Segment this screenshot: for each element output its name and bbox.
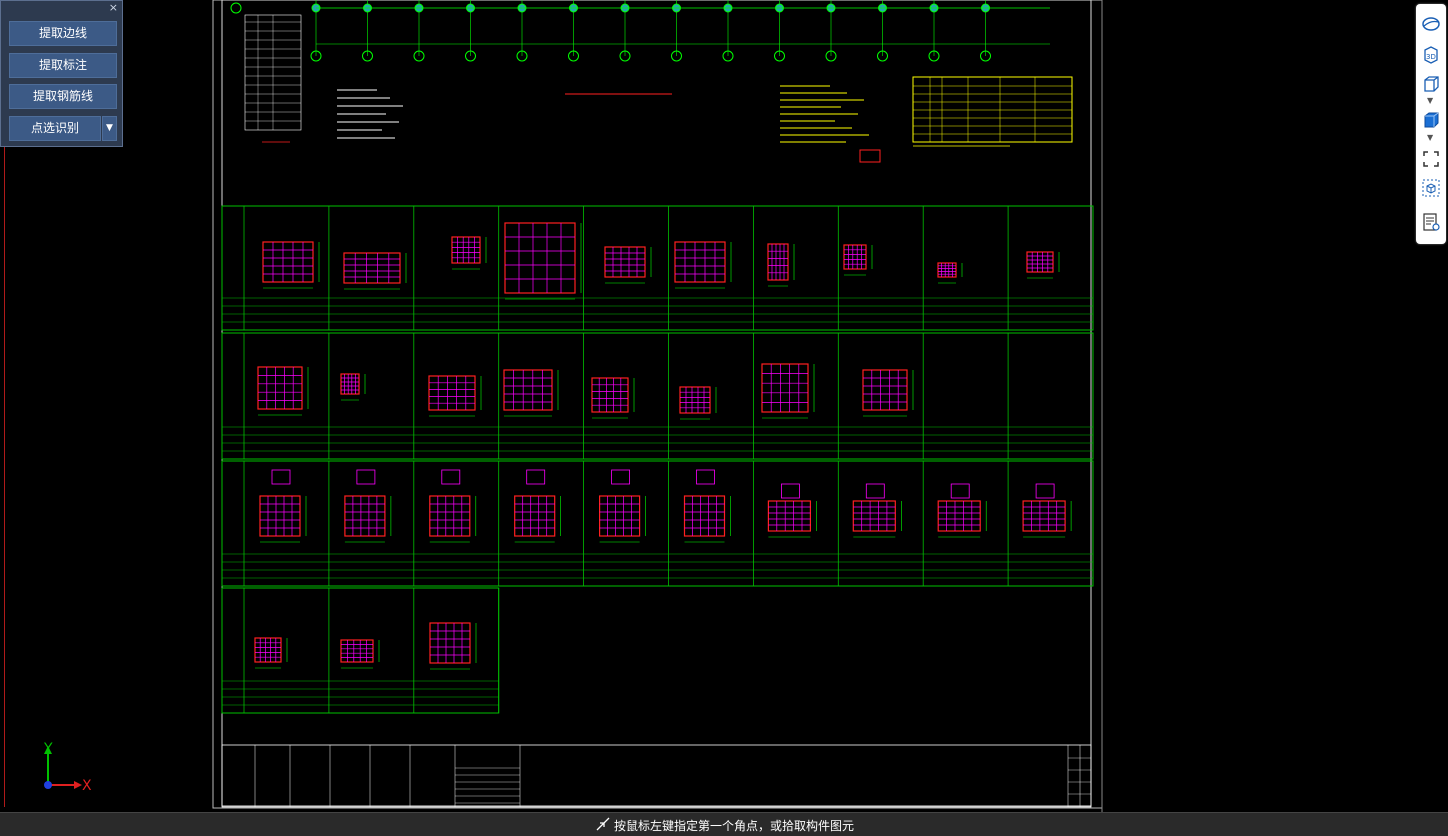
drawing-inner-frame: [221, 0, 1092, 807]
column-section: [451, 236, 481, 264]
rebar-detail: [271, 469, 291, 485]
svg-text:3D: 3D: [1426, 53, 1436, 61]
view-toolbar: 3D ▼ ▼: [1416, 4, 1446, 244]
column-section: [604, 246, 646, 278]
column-section: [503, 369, 553, 411]
column-section: [262, 241, 314, 283]
column-section: [679, 386, 711, 414]
status-bar: 按鼠标左键指定第一个角点，或拾取构件图元: [0, 812, 1448, 836]
cad-drawing[interactable]: [0, 0, 1448, 818]
section-table: [221, 332, 1094, 460]
rebar-detail: [356, 469, 376, 485]
box-filled-icon[interactable]: [1419, 108, 1443, 132]
axis-bubble: [230, 2, 242, 14]
column-section: [259, 495, 301, 537]
column-section: [514, 495, 556, 537]
detail-box: [859, 149, 881, 163]
extract-edge-button[interactable]: 提取边线: [9, 21, 117, 46]
column-section: [257, 366, 303, 410]
column-section: [843, 244, 867, 270]
column-section: [862, 369, 908, 411]
extract-annotation-button[interactable]: 提取标注: [9, 53, 117, 78]
rebar-detail: [950, 483, 970, 499]
pick-recognize-split-button: 点选识别 ▼: [9, 116, 117, 141]
chevron-down-icon[interactable]: ▼: [102, 116, 117, 141]
yellow-schedule: [912, 76, 1073, 143]
column-section: [504, 222, 576, 294]
column-section: [767, 500, 812, 532]
3d-view-icon[interactable]: 3D: [1419, 42, 1443, 66]
box-outline-icon[interactable]: [1419, 72, 1443, 96]
coordinate-axes: Y X: [36, 741, 96, 797]
column-section: [1022, 500, 1066, 532]
column-section: [937, 500, 981, 532]
chevron-down-icon[interactable]: ▼: [1427, 96, 1433, 105]
cube-select-icon[interactable]: [1419, 176, 1443, 200]
column-section: [340, 639, 374, 663]
column-section: [591, 377, 629, 413]
pick-recognize-button[interactable]: 点选识别: [9, 116, 101, 141]
rebar-detail: [865, 483, 885, 499]
column-section: [429, 495, 471, 537]
viewport-border-line: [4, 147, 5, 807]
column-section: [429, 622, 471, 664]
column-section: [343, 252, 401, 284]
recognition-panel: × 提取边线 提取标注 提取钢筋线 点选识别 ▼: [0, 0, 123, 147]
column-section: [767, 243, 789, 281]
rebar-detail: [611, 469, 630, 485]
column-section: [340, 373, 360, 395]
column-section: [761, 363, 809, 413]
pick-cursor-icon: [595, 816, 611, 835]
column-section: [937, 262, 957, 278]
column-section: [598, 495, 641, 537]
column-section: [674, 241, 726, 283]
column-section: [254, 637, 282, 663]
rebar-detail: [526, 469, 546, 485]
column-section: [1026, 251, 1054, 273]
fullscreen-icon[interactable]: [1419, 147, 1443, 171]
y-axis-label: Y: [43, 742, 53, 757]
column-section: [428, 375, 476, 411]
drawing-canvas[interactable]: [0, 0, 1448, 818]
rebar-detail: [781, 483, 800, 499]
rebar-detail: [696, 469, 715, 485]
section-table: [221, 205, 1094, 331]
extract-rebar-line-button[interactable]: 提取钢筋线: [9, 84, 117, 109]
drawing-frame: [212, 0, 1103, 809]
status-message: 按鼠标左键指定第一个角点，或拾取构件图元: [614, 819, 855, 833]
chevron-down-icon[interactable]: ▼: [1427, 133, 1433, 142]
rebar-detail: [1035, 483, 1055, 499]
properties-icon[interactable]: [1419, 210, 1443, 234]
close-icon[interactable]: ×: [109, 1, 118, 15]
sphere-icon[interactable]: [1419, 12, 1443, 36]
x-axis-label: X: [82, 778, 92, 794]
rebar-detail: [441, 469, 461, 485]
column-section: [852, 500, 896, 532]
column-section: [683, 495, 726, 537]
title-block: [221, 744, 1092, 808]
column-section: [344, 495, 386, 537]
